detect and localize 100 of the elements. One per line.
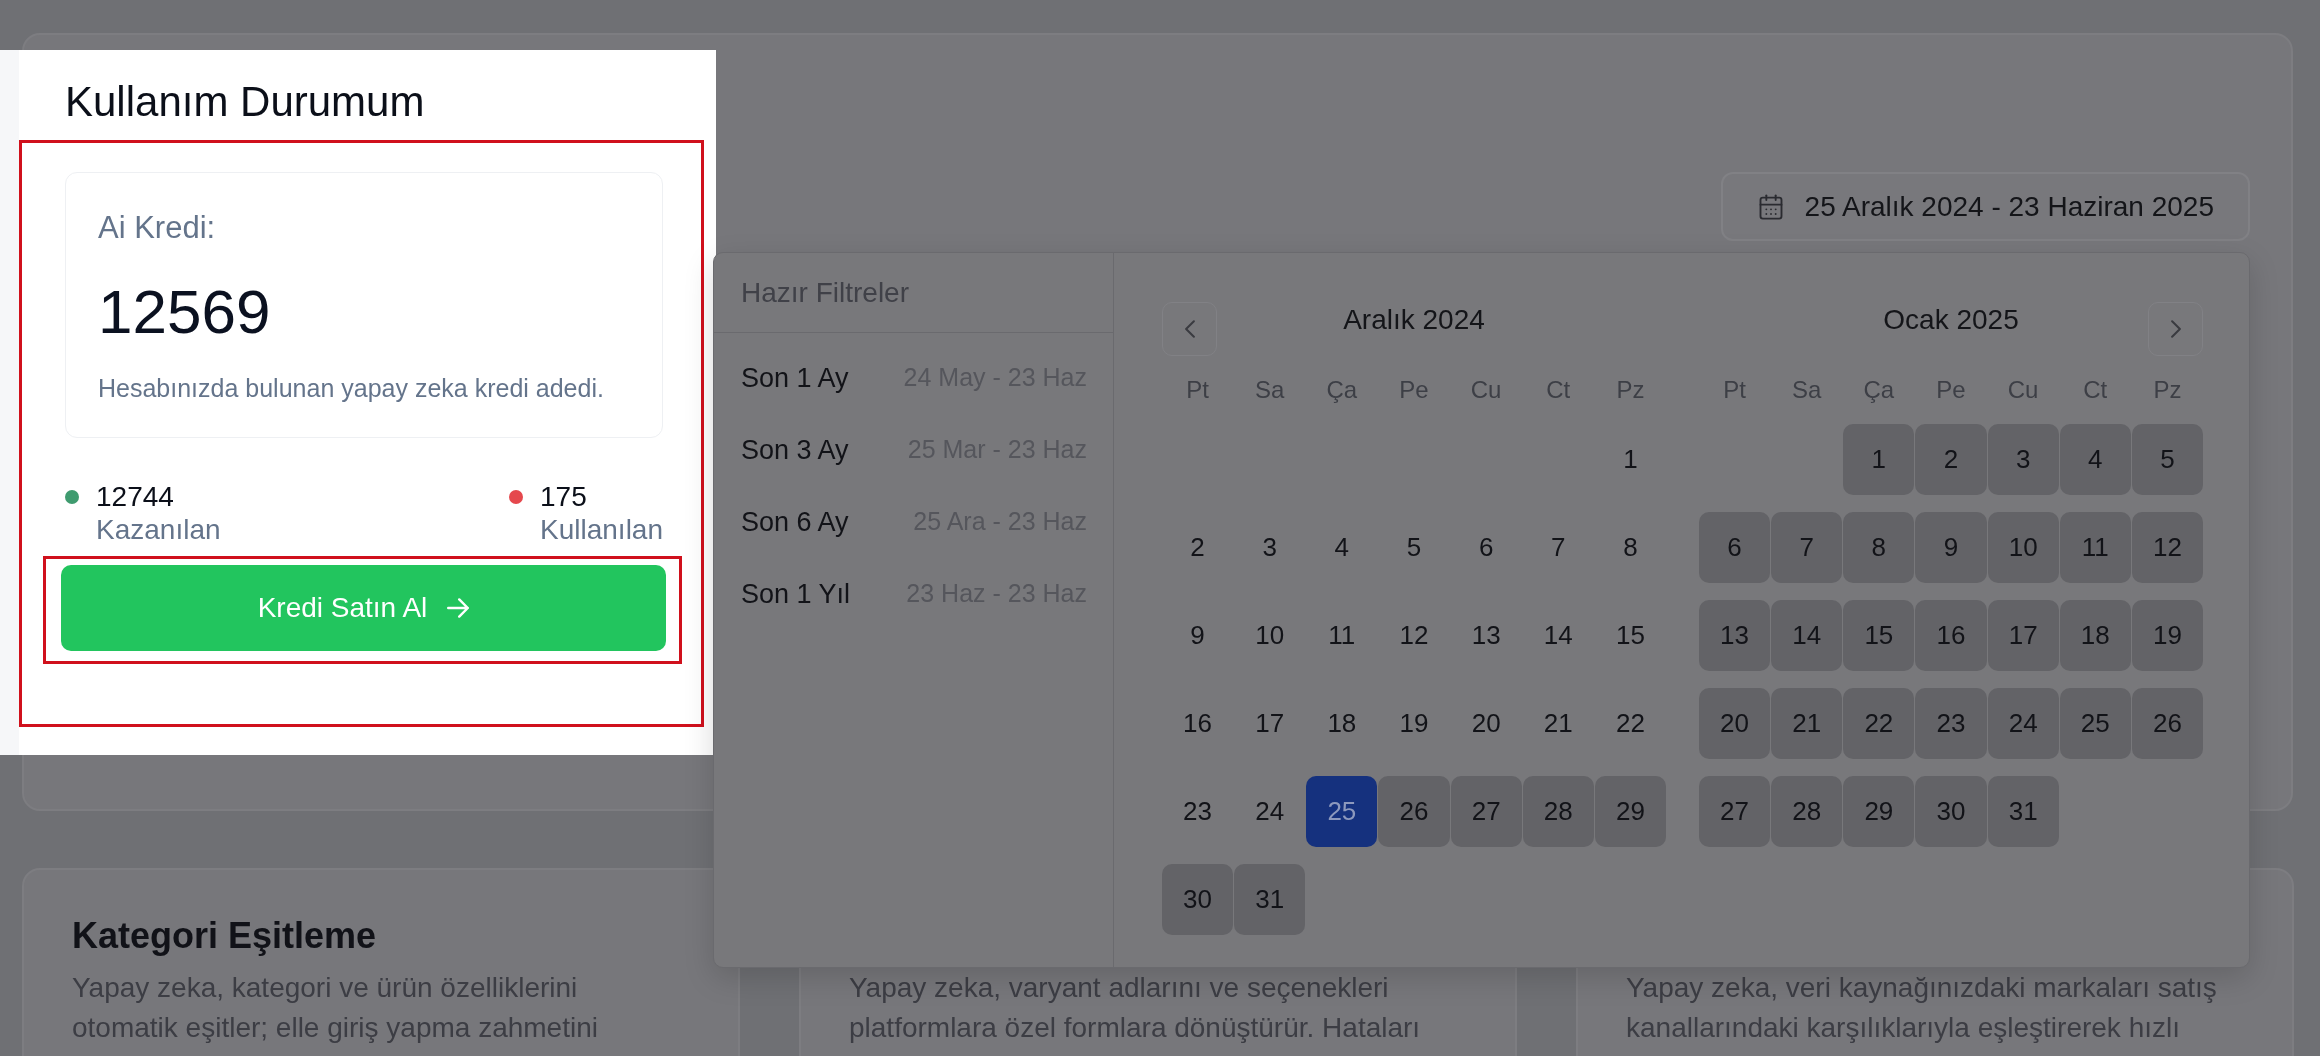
calendar-day[interactable]: 9	[1915, 512, 1987, 583]
calendar-day[interactable]: 16	[1162, 688, 1234, 759]
calendar-day[interactable]: 8	[1594, 512, 1666, 583]
calendar-day[interactable]: 4	[1306, 512, 1378, 583]
calendar-day[interactable]: 5	[2131, 424, 2203, 495]
calendar-day[interactable]: 16	[1915, 600, 1987, 671]
calendar-day[interactable]: 27	[1699, 776, 1771, 847]
next-month-button[interactable]	[2148, 302, 2203, 356]
weekday-label: Pt	[1722, 375, 1747, 405]
credit-label: Ai Kredi:	[98, 211, 217, 245]
weekday-label: Pe	[1398, 375, 1430, 405]
calendar-day[interactable]: 14	[1771, 600, 1843, 671]
weekday-label: Sa	[1254, 375, 1286, 405]
calendar-day[interactable]: 31	[1234, 864, 1306, 935]
stat-label: Kullanılan	[540, 513, 663, 547]
weekday-label: Sa	[1791, 375, 1823, 405]
calendar-day[interactable]: 28	[1771, 776, 1843, 847]
buy-credits-button[interactable]: Kredi Satın Al	[61, 565, 666, 651]
calendar-day[interactable]: 29	[1843, 776, 1915, 847]
calendar-day[interactable]: 24	[1234, 776, 1306, 847]
card-description: Yapay zeka, veri kaynağınızdaki markaları satış kanallarındaki karşılıklarıyla eşleştirerek hızlı	[1626, 971, 2218, 1045]
preset-label: Son 6 Ay	[741, 505, 849, 539]
chevron-right-icon	[2170, 320, 2181, 338]
calendar-day[interactable]: 17	[1234, 688, 1306, 759]
calendar-day[interactable]: 15	[1843, 600, 1915, 671]
calendar-day[interactable]: 24	[1987, 688, 2059, 759]
calendar-day[interactable]: 7	[1771, 512, 1843, 583]
calendar-day[interactable]: 26	[2131, 688, 2203, 759]
calendar-day[interactable]: 30	[1162, 864, 1234, 935]
calendar-day[interactable]: 10	[1987, 512, 2059, 583]
card-description: Yapay zeka, varyant adlarını ve seçenekleri platformlara özel formlara dönüştürür. Hataları	[849, 971, 1422, 1045]
calendar-day[interactable]: 12	[1378, 600, 1450, 671]
panel-title: Kullanım Durumum	[65, 78, 426, 126]
credit-value: 12569	[98, 282, 272, 342]
weekday-label: Cu	[2006, 375, 2040, 405]
calendar-day[interactable]: 3	[1987, 424, 2059, 495]
weekday-label: Ct	[1545, 375, 1572, 405]
calendar-day[interactable]: 22	[1843, 688, 1915, 759]
calendar-day[interactable]: 20	[1699, 688, 1771, 759]
chevron-left-icon	[1184, 320, 1195, 338]
calendar-day[interactable]: 23	[1915, 688, 1987, 759]
calendar-day[interactable]: 30	[1915, 776, 1987, 847]
calendar-day[interactable]: 1	[1594, 424, 1666, 495]
previous-month-button[interactable]	[1162, 302, 1217, 356]
calendar-day[interactable]: 10	[1234, 600, 1306, 671]
credit-description: Hesabınızda bulunan yapay zeka kredi adedi.	[98, 373, 605, 403]
calendar-day[interactable]: 18	[1306, 688, 1378, 759]
weekday-label: Pz	[2152, 375, 2183, 405]
calendar-day[interactable]: 4	[2059, 424, 2131, 495]
calendar-day[interactable]: 2	[1162, 512, 1234, 583]
weekday-label: Pz	[1615, 375, 1646, 405]
calendar-day[interactable]: 27	[1450, 776, 1522, 847]
card-title: Kategori Eşitleme	[72, 914, 378, 958]
calendar-day[interactable]: 17	[1987, 600, 2059, 671]
calendar-day[interactable]: 31	[1987, 776, 2059, 847]
calendar-day[interactable]: 19	[2131, 600, 2203, 671]
calendar-day[interactable]: 11	[1306, 600, 1378, 671]
presets-heading: Hazır Filtreler	[741, 275, 909, 310]
calendar-day[interactable]: 6	[1450, 512, 1522, 583]
calendar-day[interactable]: 15	[1594, 600, 1666, 671]
arrow-right-icon	[447, 598, 470, 618]
calendar-day[interactable]: 21	[1771, 688, 1843, 759]
preset-label: Son 1 Ay	[741, 361, 849, 395]
calendar-day[interactable]: 21	[1522, 688, 1594, 759]
weekday-label: Cu	[1469, 375, 1503, 405]
calendar-day[interactable]: 26	[1378, 776, 1450, 847]
calendar-day[interactable]: 28	[1522, 776, 1594, 847]
calendar-day[interactable]: 5	[1378, 512, 1450, 583]
weekday-label: Pt	[1185, 375, 1210, 405]
calendar-day[interactable]: 8	[1843, 512, 1915, 583]
calendar-day[interactable]: 23	[1162, 776, 1234, 847]
calendar-day[interactable]: 25	[2059, 688, 2131, 759]
calendar-day[interactable]: 29	[1594, 776, 1666, 847]
month-title: Aralık 2024	[1343, 303, 1485, 337]
calendar-day[interactable]: 1	[1843, 424, 1915, 495]
calendar-day[interactable]: 11	[2059, 512, 2131, 583]
weekday-label: Ça	[1862, 375, 1896, 405]
calendar-day[interactable]: 12	[2131, 512, 2203, 583]
calendar-day[interactable]: 25	[1306, 776, 1378, 847]
calendar-day[interactable]: 9	[1162, 600, 1234, 671]
calendar-day[interactable]: 2	[1915, 424, 1987, 495]
calendar-day[interactable]: 22	[1594, 688, 1666, 759]
stat-value: 12744	[96, 481, 175, 513]
calendar-day[interactable]: 19	[1378, 688, 1450, 759]
weekday-label: Ct	[2082, 375, 2109, 405]
calendar-day[interactable]: 7	[1522, 512, 1594, 583]
calendar-day[interactable]: 3	[1234, 512, 1306, 583]
weekday-label: Pe	[1935, 375, 1967, 405]
calendar-day[interactable]: 6	[1699, 512, 1771, 583]
calendar-day[interactable]: 14	[1522, 600, 1594, 671]
stat-value: 175	[540, 481, 588, 513]
weekday-label: Ça	[1325, 375, 1359, 405]
stat-label: Kazanılan	[96, 513, 221, 547]
calendar-day[interactable]: 13	[1450, 600, 1522, 671]
preset-label: Son 3 Ay	[741, 433, 849, 467]
date-range-button[interactable]: 25 Aralık 2024 - 23 Haziran 2025	[1720, 172, 2250, 241]
calendar-day[interactable]: 18	[2059, 600, 2131, 671]
calendar-day[interactable]: 13	[1699, 600, 1771, 671]
card-description: Yapay zeka, kategori ve ürün özelliklerini otomatik eşitler; elle giriş yapma zahmetini	[72, 971, 599, 1045]
calendar-day[interactable]: 20	[1450, 688, 1522, 759]
